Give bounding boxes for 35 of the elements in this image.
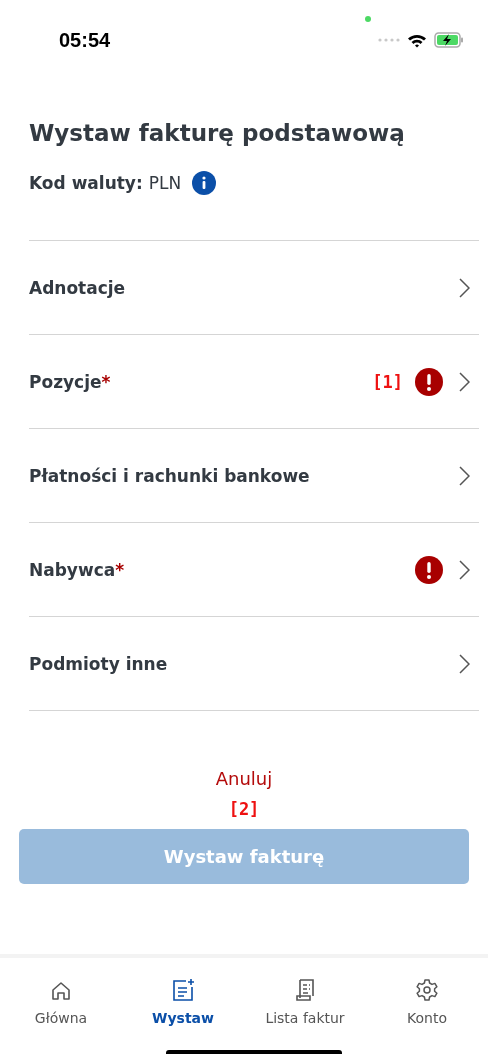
document-plus-icon — [171, 978, 195, 1002]
tab-item[interactable]: Lista faktur — [244, 972, 366, 1026]
chevron-right-icon — [459, 277, 470, 298]
section-title: Adnotacje — [29, 277, 127, 298]
section-row[interactable]: Adnotacje — [29, 241, 479, 335]
wifi-icon — [407, 32, 427, 48]
status-time: 05:54 — [59, 28, 111, 52]
chevron-right-icon — [459, 465, 470, 486]
section-title: Płatności i rachunki bankowe — [29, 465, 311, 486]
annotation-label: [2] — [228, 799, 260, 819]
section-row[interactable]: Pozycje* [1] — [29, 335, 479, 429]
settings-icon — [415, 978, 439, 1002]
chevron-right-icon — [459, 371, 470, 392]
page-title: Wystaw fakturę podstawową — [29, 119, 406, 148]
section-row[interactable]: Podmioty inne — [29, 617, 479, 711]
info-icon[interactable] — [192, 171, 217, 195]
signal-icon — [378, 38, 400, 42]
annotation-label: [1] — [372, 371, 403, 392]
section-row[interactable]: Nabywca* — [29, 523, 479, 617]
currency-value: PLN — [148, 173, 182, 193]
home-icon — [50, 980, 72, 1002]
tab-item[interactable]: Główna — [0, 972, 122, 1026]
chevron-right-icon — [459, 559, 470, 580]
cancel-link[interactable]: Anuluj — [209, 766, 279, 791]
chevron-right-icon — [459, 653, 470, 674]
battery-charging-icon — [434, 32, 464, 48]
section-title: Nabywca* — [29, 559, 126, 580]
tab-item[interactable]: Konto — [366, 972, 488, 1026]
receipt-icon — [294, 978, 316, 1002]
currency-label: Kod waluty: — [29, 173, 143, 193]
camera-indicator-icon — [365, 16, 371, 22]
section-row[interactable]: Płatności i rachunki bankowe — [29, 429, 479, 523]
section-title: Pozycje* — [29, 371, 112, 392]
tab-item[interactable]: Wystaw — [122, 972, 244, 1026]
section-title: Podmioty inne — [29, 653, 169, 674]
